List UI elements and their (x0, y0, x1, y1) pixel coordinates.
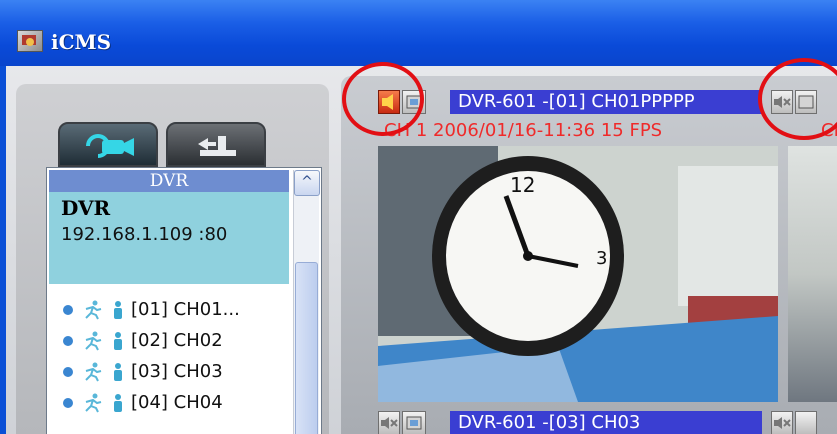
camera-header-ch01: DVR-601 -[01] CH01PPPPP (450, 90, 762, 114)
camera-view-ch01[interactable]: 12 3 (378, 146, 778, 402)
person-icon (114, 363, 122, 381)
scroll-thumb[interactable] (295, 262, 318, 434)
channel-row[interactable]: [02] CH02 (61, 327, 291, 358)
snapshot-button-ch04[interactable] (795, 411, 817, 434)
client-area: DVR DVR 192.168.1.109 :80 [01] CH01... [… (6, 66, 837, 434)
mute-button-ch03[interactable] (378, 411, 400, 434)
camera-icon (86, 134, 134, 158)
login-icon (198, 136, 236, 156)
camera-image: 12 3 (378, 146, 778, 402)
channel-label: [04] CH04 (131, 392, 223, 413)
mute-icon (774, 96, 791, 108)
osd-overlay-ch02: CH (821, 120, 837, 141)
title-bar[interactable]: iCMS (0, 0, 837, 66)
person-icon (114, 332, 122, 350)
status-dot-icon (63, 336, 73, 346)
channel-label: [02] CH02 (131, 330, 223, 351)
scroll-up-button[interactable]: ^ (294, 170, 320, 196)
mute-button[interactable] (771, 90, 793, 114)
camera-tab[interactable] (58, 122, 158, 167)
mute-icon (774, 417, 791, 429)
status-dot-icon (63, 367, 73, 377)
channel-row[interactable]: [03] CH03 (61, 358, 291, 389)
audio-on-button[interactable] (378, 90, 400, 114)
snapshot-icon (798, 95, 814, 109)
device-list[interactable]: DVR DVR 192.168.1.109 :80 [01] CH01... [… (46, 167, 322, 434)
person-icon (114, 301, 122, 319)
svg-text:3: 3 (596, 248, 607, 269)
channel-list: [01] CH01... [02] CH02 [03] CH03 [04] CH… (61, 296, 291, 420)
motion-icon (85, 362, 102, 382)
snapshot-icon (406, 416, 422, 430)
app-icon (17, 30, 43, 52)
device-info[interactable]: DVR 192.168.1.109 :80 (49, 192, 289, 284)
video-grid: DVR-601 -[01] CH01PPPPP CH 1 2006/01/16-… (341, 76, 837, 434)
device-panel: DVR DVR 192.168.1.109 :80 [01] CH01... [… (16, 84, 329, 434)
motion-icon (85, 393, 102, 413)
list-scrollbar[interactable]: ^ (293, 170, 320, 434)
mute-button-ch04[interactable] (771, 411, 793, 434)
speaker-icon (382, 94, 393, 110)
motion-icon (85, 331, 102, 351)
motion-icon (85, 300, 102, 320)
snapshot-button-2[interactable] (795, 90, 817, 114)
snapshot-icon (406, 95, 422, 109)
camera-view-ch02[interactable] (788, 146, 837, 402)
status-dot-icon (63, 398, 73, 408)
channel-row[interactable]: [04] CH04 (61, 389, 291, 420)
app-window: iCMS DVR DVR 192.168.1.109:80 [01] CH01… (0, 0, 837, 434)
login-tab[interactable] (166, 122, 266, 167)
device-name: DVR (61, 196, 111, 220)
snapshot-button[interactable] (402, 90, 426, 114)
channel-label: [03] CH03 (131, 361, 223, 382)
svg-text:12: 12 (510, 173, 535, 197)
channel-row[interactable]: [01] CH01... (61, 296, 291, 327)
osd-overlay-ch01: CH 1 2006/01/16-11:36 15 FPS (384, 120, 663, 141)
mute-icon (381, 417, 398, 429)
channel-label: [01] CH01... (131, 299, 240, 320)
device-ip: 192.168.1.109 :80 (61, 224, 228, 245)
snapshot-button-ch03[interactable] (402, 411, 426, 434)
camera-header-ch03: DVR-601 -[03] CH03 (450, 411, 762, 434)
status-dot-icon (63, 305, 73, 315)
person-icon (114, 394, 122, 412)
window-title: iCMS (51, 30, 112, 54)
list-header: DVR (49, 170, 289, 192)
